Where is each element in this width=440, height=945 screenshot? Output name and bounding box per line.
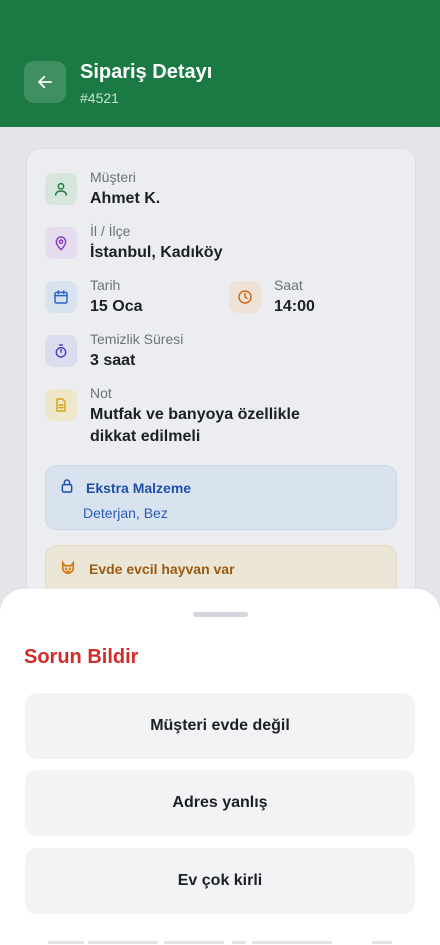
customer-label: Müşteri bbox=[90, 169, 136, 185]
pet-icon bbox=[61, 560, 75, 574]
clock-icon bbox=[229, 281, 261, 313]
duration-row: Temizlik Süresi 3 saat bbox=[45, 331, 183, 372]
timer-icon bbox=[45, 335, 77, 367]
issue-option-customer-absent[interactable]: Müşteri evde değil bbox=[25, 693, 415, 759]
issue-option-very-dirty[interactable]: Ev çok kirli bbox=[25, 848, 415, 914]
report-issue-sheet: Sorun Bildir Müşteri evde değil Adres ya… bbox=[0, 589, 440, 945]
app-header: Sipariş Detayı #4521 bbox=[0, 0, 440, 127]
time-label: Saat bbox=[274, 277, 303, 293]
extra-materials-box: Ekstra Malzeme Deterjan, Bez bbox=[45, 465, 397, 530]
customer-row: Müşteri Ahmet K. bbox=[45, 169, 161, 210]
map-pin-icon bbox=[45, 227, 77, 259]
note-icon bbox=[45, 389, 77, 421]
location-row: İl / İlçe İstanbul, Kadıköy bbox=[45, 223, 223, 264]
calendar-icon bbox=[45, 281, 77, 313]
date-value: 15 Oca bbox=[90, 298, 143, 315]
order-id: #4521 bbox=[80, 90, 119, 106]
sheet-handle[interactable] bbox=[193, 612, 248, 617]
next-content-peek bbox=[0, 938, 440, 945]
back-button[interactable] bbox=[24, 61, 66, 103]
pet-notice-text: Evde evcil hayvan var bbox=[89, 561, 235, 577]
sheet-title: Sorun Bildir bbox=[24, 646, 139, 668]
page-title: Sipariş Detayı bbox=[80, 61, 213, 83]
arrow-left-icon bbox=[38, 75, 52, 89]
duration-value: 3 saat bbox=[90, 352, 136, 369]
pet-notice-box: Evde evcil hayvan var bbox=[45, 545, 397, 595]
location-label: İl / İlçe bbox=[90, 223, 131, 239]
extra-materials-title: Ekstra Malzeme bbox=[86, 480, 192, 496]
user-icon bbox=[45, 173, 77, 205]
time-value: 14:00 bbox=[274, 298, 315, 315]
location-value: İstanbul, Kadıköy bbox=[90, 244, 223, 261]
duration-label: Temizlik Süresi bbox=[90, 331, 184, 347]
note-row: Not Mutfak ve banyoya özellikle dikkat e… bbox=[45, 385, 330, 448]
date-row: Tarih 15 Oca bbox=[45, 277, 143, 318]
note-label: Not bbox=[90, 385, 112, 401]
time-row: Saat 14:00 bbox=[229, 277, 315, 318]
order-details-card: Müşteri Ahmet K. İl / İlçe İstanbul, Kad… bbox=[26, 148, 416, 618]
lock-icon bbox=[61, 479, 73, 493]
extra-materials-items: Deterjan, Bez bbox=[83, 505, 168, 521]
date-label: Tarih bbox=[90, 277, 121, 293]
customer-value: Ahmet K. bbox=[90, 190, 161, 207]
note-value: Mutfak ve banyoya özellikle dikkat edilm… bbox=[90, 406, 300, 445]
issue-option-wrong-address[interactable]: Adres yanlış bbox=[25, 770, 415, 836]
